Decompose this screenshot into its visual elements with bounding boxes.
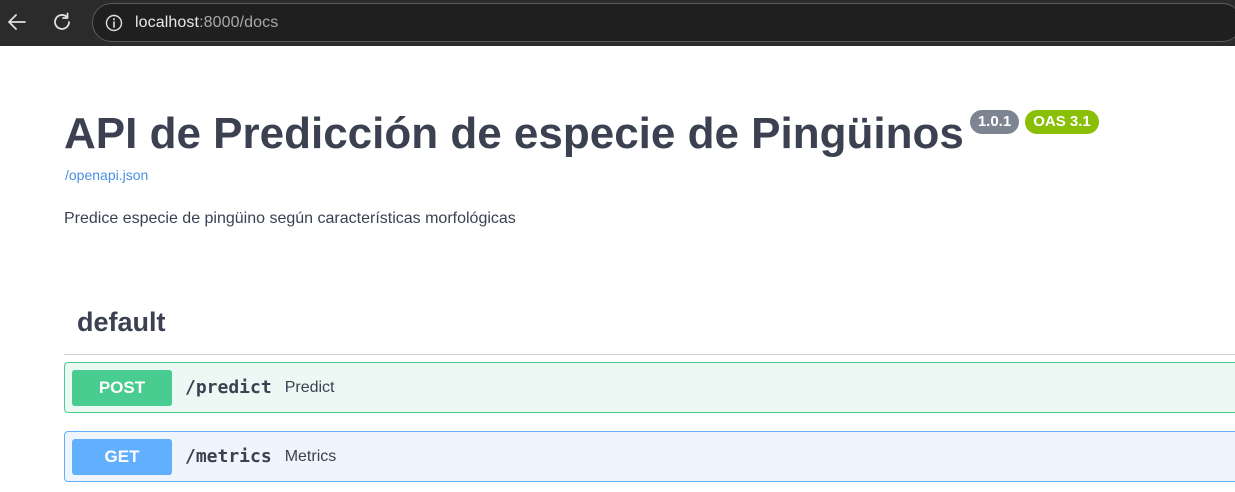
- operation-summary: Metrics: [284, 447, 337, 465]
- url-path: :8000/docs: [199, 13, 279, 31]
- version-badge: 1.0.1: [969, 110, 1020, 134]
- openapi-json-link[interactable]: /openapi.json: [65, 167, 148, 183]
- api-description: Predice especie de pingüino según caract…: [64, 210, 516, 227]
- operation-get-metrics[interactable]: GET /metrics Metrics: [64, 431, 1235, 482]
- oas-badge: OAS 3.1: [1025, 110, 1099, 134]
- browser-toolbar: localhost:8000/docs: [0, 0, 1235, 46]
- url-text: localhost:8000/docs: [135, 14, 278, 32]
- swagger-page: API de Predicción de especie de Pingüino…: [0, 46, 1235, 492]
- method-badge-get: GET: [72, 438, 172, 475]
- operation-summary: Predict: [284, 378, 335, 396]
- back-arrow-icon[interactable]: [3, 8, 31, 36]
- address-bar[interactable]: localhost:8000/docs: [92, 3, 1235, 42]
- operation-post-predict[interactable]: POST /predict Predict: [64, 362, 1235, 413]
- page-title: API de Predicción de especie de Pingüino…: [64, 109, 964, 158]
- title-row: API de Predicción de especie de Pingüino…: [64, 108, 1099, 160]
- url-host: localhost: [135, 13, 200, 31]
- reload-icon[interactable]: [48, 8, 76, 36]
- section-divider: [64, 354, 1235, 355]
- operation-path: /predict: [185, 377, 272, 398]
- method-badge-post: POST: [72, 369, 172, 406]
- operation-path: /metrics: [185, 446, 272, 467]
- site-info-icon[interactable]: [105, 14, 123, 32]
- tag-section-default[interactable]: default: [77, 307, 166, 338]
